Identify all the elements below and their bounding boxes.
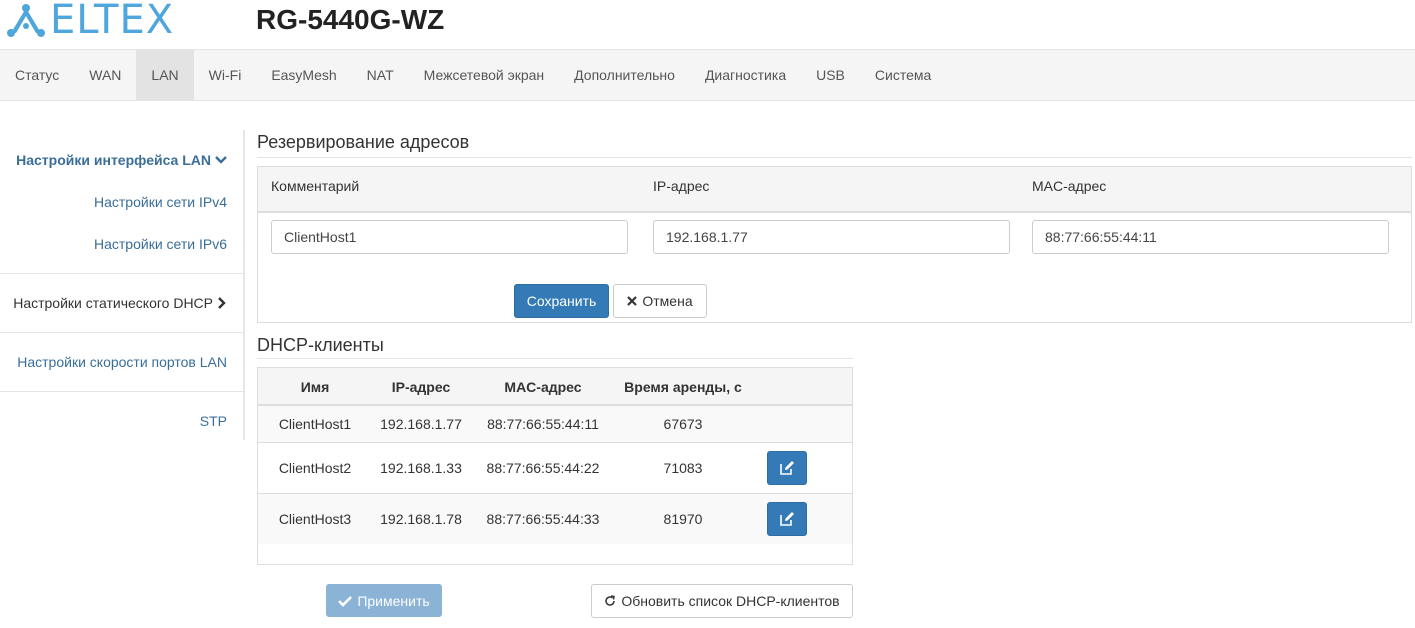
sidebar-item-label: Настройки статического DHCP xyxy=(13,295,213,311)
cell-name: ClientHost3 xyxy=(278,511,352,527)
cell-ip: 192.168.1.33 xyxy=(380,460,462,476)
sidebar-divider xyxy=(0,273,243,274)
cell-mac: 88:77:66:55:44:11 xyxy=(487,416,599,432)
cell-ip: 192.168.1.77 xyxy=(380,416,462,432)
sidebar-item-ipv4[interactable]: Настройки сети IPv4 xyxy=(94,194,227,210)
column-header-ip: IP-адрес xyxy=(391,379,451,395)
eltex-logo-icon xyxy=(7,4,45,37)
sidebar: Настройки интерфейса LAN Настройки сети … xyxy=(0,130,245,440)
refresh-button-label: Обновить список DHCP-клиентов xyxy=(621,593,840,609)
nav-tab-nat[interactable]: NAT xyxy=(352,50,409,100)
check-icon xyxy=(338,595,353,607)
cancel-button[interactable]: Отмена xyxy=(613,284,707,318)
nav-tab-system[interactable]: Система xyxy=(860,50,946,100)
nav-tab-wifi[interactable]: Wi-Fi xyxy=(194,50,257,100)
cell-mac: 88:77:66:55:44:22 xyxy=(486,460,600,476)
sidebar-item-ipv6[interactable]: Настройки сети IPv6 xyxy=(94,236,227,252)
section-divider xyxy=(257,358,853,359)
nav-tab-usb[interactable]: USB xyxy=(801,50,860,100)
comment-input[interactable]: ClientHost1 xyxy=(271,220,628,254)
column-header-mac: MAC-адрес xyxy=(1032,178,1107,194)
cell-lease: 71083 xyxy=(663,460,703,476)
dhcp-clients-title: DHCP-клиенты xyxy=(257,335,384,355)
refresh-dhcp-clients-button[interactable]: Обновить список DHCP-клиентов xyxy=(591,584,853,618)
save-button[interactable]: Сохранить xyxy=(514,284,609,318)
nav-tab-status[interactable]: Статус xyxy=(0,50,74,100)
reservation-title: Резервирование адресов xyxy=(257,132,470,152)
sidebar-group-lan-interface[interactable]: Настройки интерфейса LAN xyxy=(16,152,227,168)
nav-tab-advanced[interactable]: Дополнительно xyxy=(559,50,690,100)
cancel-button-label: Отмена xyxy=(642,293,693,309)
eltex-logo[interactable]: ELTEX xyxy=(4,0,174,40)
mac-address-input[interactable]: 88:77:66:55:44:11 xyxy=(1032,220,1389,254)
dhcp-clients-table: Имя IP-адрес MAC-адрес Время аренды, с C… xyxy=(257,367,853,565)
sidebar-divider xyxy=(0,391,243,392)
app-header: ELTEX RG-5440G-WZ xyxy=(0,0,1415,48)
column-header-lease: Время аренды, с xyxy=(624,379,742,395)
cell-name: ClientHost2 xyxy=(278,460,352,476)
nav-tab-wan[interactable]: WAN xyxy=(74,50,136,100)
section-divider xyxy=(257,157,1412,158)
column-header-ip: IP-адрес xyxy=(653,178,710,194)
nav-tab-diagnostics[interactable]: Диагностика xyxy=(690,50,801,100)
table-row: ClientHost2 192.168.1.33 88:77:66:55:44:… xyxy=(258,443,852,494)
reservation-form: Комментарий IP-адрес MAC-адрес ClientHos… xyxy=(257,166,1412,323)
apply-button[interactable]: Применить xyxy=(326,584,442,617)
nav-tab-firewall[interactable]: Межсетевой экран xyxy=(409,50,560,100)
sidebar-item-static-dhcp[interactable]: Настройки статического DHCP xyxy=(13,295,227,311)
column-header-comment: Комментарий xyxy=(271,178,360,194)
close-icon xyxy=(627,296,638,306)
nav-tab-lan[interactable]: LAN xyxy=(136,50,194,100)
cell-mac: 88:77:66:55:44:33 xyxy=(486,511,600,527)
cell-name: ClientHost1 xyxy=(278,416,352,432)
refresh-icon xyxy=(605,595,616,606)
sidebar-group-label: Настройки интерфейса LAN xyxy=(16,152,211,168)
nav-tab-easymesh[interactable]: EasyMesh xyxy=(256,50,351,100)
chevron-down-icon xyxy=(215,156,227,164)
column-header-mac: MAC-адрес xyxy=(504,379,582,395)
save-button-label: Сохранить xyxy=(526,293,597,309)
table-header: Имя IP-адрес MAC-адрес Время аренды, с xyxy=(258,368,852,406)
edit-icon xyxy=(780,512,794,526)
edit-button[interactable] xyxy=(767,502,807,536)
cell-lease: 81970 xyxy=(663,511,703,527)
cell-lease: 67673 xyxy=(663,416,703,432)
chevron-right-icon xyxy=(218,297,226,309)
table-row: ClientHost1 192.168.1.77 88:77:66:55:44:… xyxy=(258,406,852,443)
apply-button-label: Применить xyxy=(357,592,430,609)
sidebar-divider xyxy=(0,332,243,333)
main-nav: Статус WAN LAN Wi-Fi EasyMesh NAT Межсет… xyxy=(0,49,1415,101)
logo-text: ELTEX xyxy=(50,0,175,43)
sidebar-item-port-speed[interactable]: Настройки скорости портов LAN xyxy=(17,354,227,370)
reservation-header: Комментарий IP-адрес MAC-адрес xyxy=(258,167,1411,213)
device-model-title: RG-5440G-WZ xyxy=(256,4,445,35)
cell-ip: 192.168.1.78 xyxy=(380,511,462,527)
column-header-name: Имя xyxy=(300,379,330,395)
table-row: ClientHost3 192.168.1.78 88:77:66:55:44:… xyxy=(258,494,852,544)
edit-icon xyxy=(780,461,794,475)
sidebar-item-stp[interactable]: STP xyxy=(200,413,227,429)
edit-button[interactable] xyxy=(767,451,807,485)
ip-address-input[interactable]: 192.168.1.77 xyxy=(653,220,1010,254)
